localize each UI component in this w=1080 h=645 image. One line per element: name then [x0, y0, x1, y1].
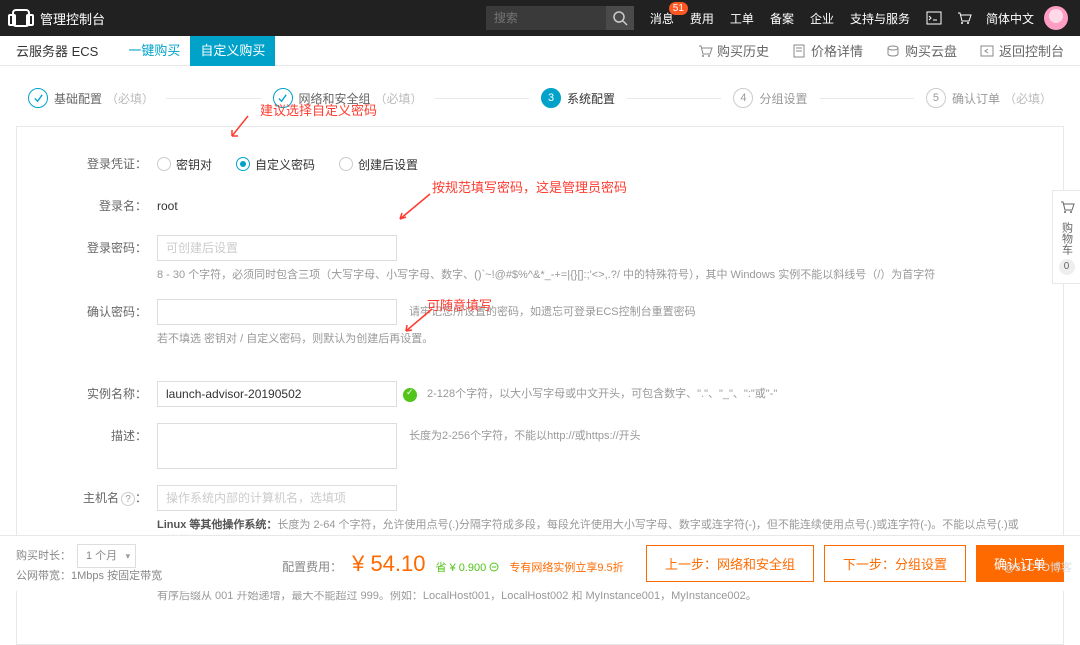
nav-messages[interactable]: 消息51	[650, 10, 674, 27]
link-pricing[interactable]: 价格详情	[791, 41, 863, 60]
logo-icon	[12, 9, 30, 27]
link-back-console[interactable]: 返回控制台	[979, 41, 1064, 60]
search-input[interactable]	[486, 6, 606, 30]
product-name: 云服务器 ECS	[16, 41, 98, 60]
tab-quick-buy[interactable]: 一键购买	[118, 36, 190, 66]
hostname-input[interactable]	[157, 485, 397, 511]
label-login-cred: 登录凭证	[17, 151, 157, 177]
step-group[interactable]: 4分组设置	[733, 88, 807, 108]
instance-name-input[interactable]	[157, 381, 397, 407]
step-indicator: 基础配置（必填） 网络和安全组（必填） 3系统配置 4分组设置 5确认订单（必填…	[0, 78, 1080, 118]
label-instance-name: 实例名称	[17, 381, 157, 407]
duration-label: 购买时长：	[16, 550, 71, 562]
step-system[interactable]: 3系统配置	[541, 88, 615, 108]
confirm-password-input[interactable]	[157, 299, 397, 325]
console-title: 管理控制台	[40, 9, 105, 28]
terminal-icon[interactable]	[926, 10, 942, 26]
instance-name-hint: 2-128个字符，以大小写字母或中文开头，可包含数字、"."、"_"、":"或"…	[427, 381, 777, 407]
radio-custom-pwd[interactable]: 自定义密码	[236, 156, 315, 173]
user-avatar[interactable]	[1044, 6, 1068, 30]
cart-icon[interactable]	[956, 10, 972, 26]
confirm-note: 若不填选 密钥对 / 自定义密码，则默认为创建后再设置。	[157, 331, 1023, 347]
radio-set-later[interactable]: 创建后设置	[339, 156, 418, 173]
cart-icon	[697, 43, 713, 59]
bandwidth-info: 公网带宽：1Mbps 按固定带宽	[16, 568, 162, 584]
lang-switch[interactable]: 简体中文	[986, 10, 1034, 27]
logo[interactable]	[12, 9, 30, 27]
search-button[interactable]	[606, 6, 634, 30]
label-hostname: 主机名?	[17, 485, 157, 511]
label-desc: 描述	[17, 423, 157, 449]
save-info: 省 ¥ 0.900	[436, 559, 500, 575]
discount-info: 专有网络实例立享9.5折	[509, 559, 623, 575]
radio-keypair[interactable]: 密钥对	[157, 156, 212, 173]
nav-fee[interactable]: 费用	[690, 10, 714, 27]
top-bar: 管理控制台 消息51 费用 工单 备案 企业 支持与服务 简体中文	[0, 0, 1080, 36]
link-history[interactable]: 购买历史	[697, 41, 769, 60]
step-basic[interactable]: 基础配置（必填）	[28, 88, 154, 108]
label-login-name: 登录名	[17, 193, 157, 219]
price-value: ¥ 54.10	[352, 551, 425, 577]
nav-beian[interactable]: 备案	[770, 10, 794, 27]
login-name-value: root	[157, 199, 178, 213]
cart-count: 0	[1059, 259, 1075, 275]
footer-bar: 购买时长： 1 个月 公网带宽：1Mbps 按固定带宽 配置费用： ¥ 54.10…	[0, 535, 1080, 591]
search-box	[486, 6, 634, 30]
label-login-pwd: 登录密码	[17, 235, 157, 261]
tab-custom-buy[interactable]: 自定义购买	[190, 36, 275, 66]
link-buy-disk[interactable]: 购买云盘	[885, 41, 957, 60]
nav-enterprise[interactable]: 企业	[810, 10, 834, 27]
disk-icon	[885, 43, 901, 59]
nav-ticket[interactable]: 工单	[730, 10, 754, 27]
search-icon	[612, 10, 628, 26]
message-badge: 51	[669, 2, 688, 15]
price-label: 配置费用：	[282, 558, 342, 575]
prev-button[interactable]: 上一步：网络和安全组	[646, 545, 814, 582]
back-icon	[979, 43, 995, 59]
watermark: @51CTO博客	[1004, 559, 1072, 575]
doc-icon	[791, 43, 807, 59]
cart-icon	[1059, 199, 1075, 215]
duration-select[interactable]: 1 个月	[77, 544, 136, 568]
sub-bar: 云服务器 ECS 一键购买 自定义购买 购买历史 价格详情 购买云盘 返回控制台	[0, 36, 1080, 66]
annotation-2: 按规范填写密码，这是管理员密码	[432, 177, 627, 196]
pwd-hint: 8 - 30 个字符，必须同时包含三项（大写字母、小写字母、数字、()`~!@#…	[157, 267, 1023, 283]
step-confirm[interactable]: 5确认订单（必填）	[926, 88, 1052, 108]
help-icon[interactable]: ?	[121, 492, 135, 506]
side-cart[interactable]: 购物车 0	[1052, 190, 1080, 284]
next-button[interactable]: 下一步：分组设置	[824, 545, 966, 582]
desc-hint: 长度为2-256个字符，不能以http://或https://开头	[409, 423, 641, 469]
label-confirm-pwd: 确认密码	[17, 299, 157, 325]
login-password-input[interactable]	[157, 235, 397, 261]
description-input[interactable]	[157, 423, 397, 469]
nav-support[interactable]: 支持与服务	[850, 10, 910, 27]
check-icon	[403, 388, 417, 402]
annotation-3: 可随意填写	[427, 295, 492, 314]
annotation-1: 建议选择自定义密码	[260, 100, 377, 119]
